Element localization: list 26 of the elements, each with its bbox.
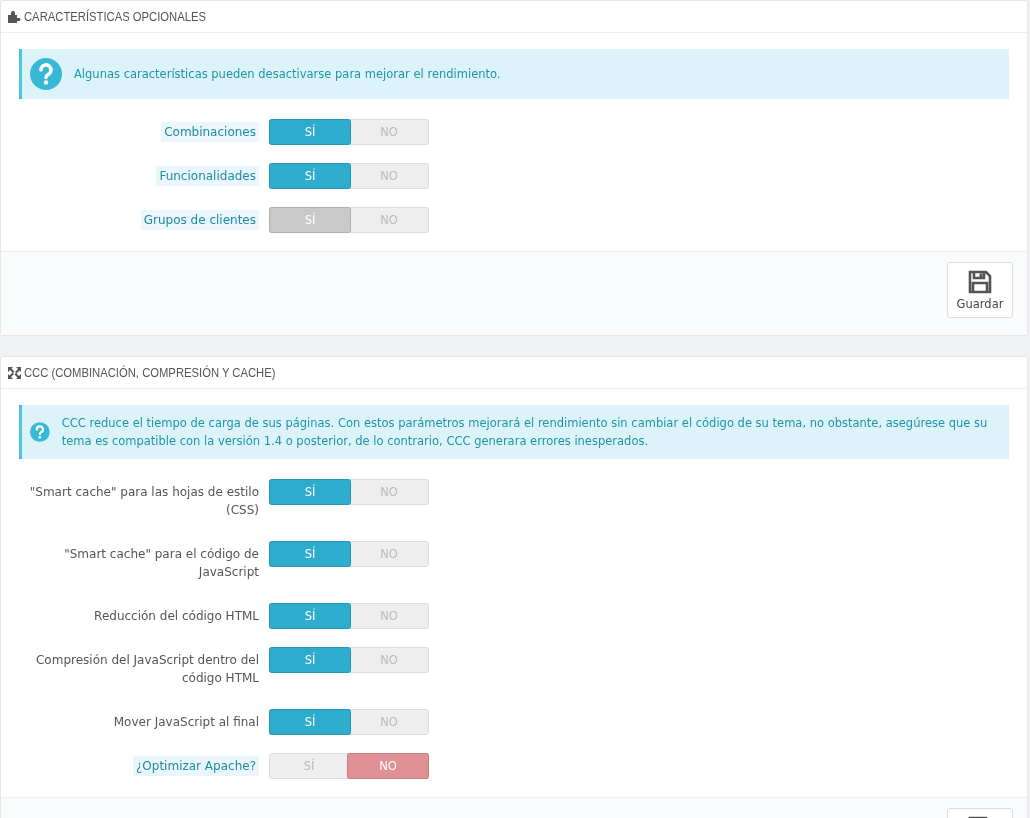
yes-option[interactable]: SÍ (269, 119, 351, 145)
help-icon (30, 58, 62, 90)
alert-text: Algunas características pueden desactivarse para mejorar el rendimiento. (74, 66, 501, 83)
panel-title: CARACTERÍSTICAS OPCIONALES (24, 9, 206, 24)
field-label: "Smart cache" para las hojas de estilo (CSS) (28, 484, 259, 519)
save-icon (968, 270, 992, 294)
puzzle-icon (8, 10, 21, 23)
yes-option[interactable]: SÍ (269, 479, 351, 505)
expand-arrows-icon (8, 366, 21, 379)
field-label: Reducción del código HTML (94, 608, 259, 625)
alert-text: CCC reduce el tiempo de carga de sus páginas. Con estos parámetros mejorará el rendimiento sin cambiar el código de su tema, no obstante, asegúrese que su tema es compatible con la versión 1.4 o posterior, de lo contrario, CCC generara errores inesperados. (61, 415, 989, 450)
field-label: "Smart cache" para el código de JavaScript (63, 546, 259, 581)
yes-option[interactable]: SÍ (269, 541, 351, 567)
hint-label: ¿Optimizar Apache? (132, 756, 259, 776)
save-button[interactable]: Guardar (947, 262, 1013, 318)
field-label: Mover JavaScript al final (113, 714, 259, 731)
yes-option[interactable]: SÍ (269, 163, 351, 189)
yes-option[interactable]: SÍ (269, 647, 351, 673)
yes-option[interactable]: SÍ (269, 709, 351, 735)
yes-option[interactable]: SÍ (269, 603, 351, 629)
hint-label: Funcionalidades (156, 166, 259, 186)
no-option[interactable]: NO (347, 753, 429, 779)
hint-label: Grupos de clientes (140, 210, 259, 230)
panel-title: CCC (COMBINACIÓN, COMPRESIÓN Y CACHE) (24, 365, 276, 380)
hint-label: Combinaciones (161, 122, 259, 142)
field-label: Compresión del JavaScript dentro del código HTML (35, 652, 259, 687)
